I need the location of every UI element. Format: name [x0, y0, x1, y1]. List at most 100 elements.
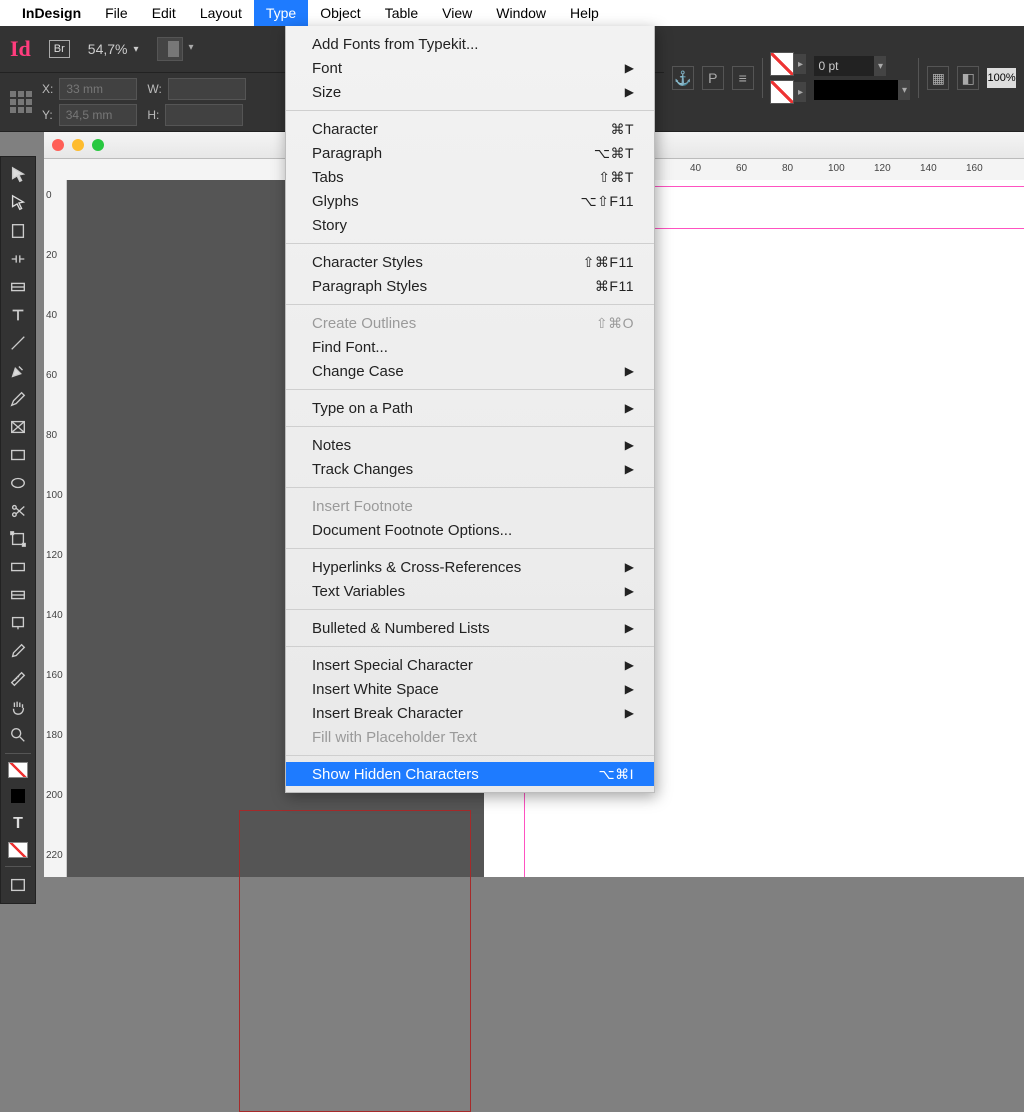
menu-item-show-hidden-characters[interactable]: Show Hidden Characters⌥⌘I: [286, 762, 654, 786]
h-field[interactable]: [165, 104, 243, 126]
hand-tool[interactable]: [4, 694, 32, 720]
ruler-tick: 140: [920, 163, 937, 174]
submenu-arrow-icon: ▶: [625, 462, 634, 476]
stroke-swatch-icon[interactable]: [770, 80, 794, 104]
y-field[interactable]: 34,5 mm: [59, 104, 137, 126]
page-tool[interactable]: [4, 218, 32, 244]
selection-tool[interactable]: [4, 162, 32, 188]
submenu-arrow-icon: ▶: [625, 706, 634, 720]
menu-item-label: Glyphs: [312, 193, 359, 210]
menu-item-find-font[interactable]: Find Font...: [286, 335, 654, 359]
vertical-ruler[interactable]: 020406080100120140160180200220: [44, 180, 67, 877]
chevron-right-icon[interactable]: ▸: [794, 82, 806, 102]
menu-table[interactable]: Table: [373, 0, 430, 26]
minimize-icon[interactable]: [72, 139, 84, 151]
paragraph-icon[interactable]: P: [702, 66, 724, 90]
menu-item-track-changes[interactable]: Track Changes▶: [286, 457, 654, 481]
menu-item-label: Notes: [312, 437, 351, 454]
menu-item-label: Insert Special Character: [312, 657, 473, 674]
menu-item-character-styles[interactable]: Character Styles⇧⌘F11: [286, 250, 654, 274]
x-field[interactable]: 33 mm: [59, 78, 137, 100]
stroke-style-field[interactable]: [814, 80, 898, 100]
gap-tool[interactable]: [4, 246, 32, 272]
type-menu-dropdown: Add Fonts from Typekit... Font▶Size▶ Chara…: [285, 26, 655, 793]
screen-mode-icon[interactable]: ▾: [157, 37, 183, 61]
effects-icon[interactable]: ▦: [927, 66, 949, 90]
eyedropper-tool[interactable]: [4, 638, 32, 664]
menu-item-label: Character: [312, 121, 378, 138]
menu-help[interactable]: Help: [558, 0, 611, 26]
pencil-tool[interactable]: [4, 386, 32, 412]
menu-item-insert-special-character[interactable]: Insert Special Character▶: [286, 653, 654, 677]
submenu-arrow-icon: ▶: [625, 364, 634, 378]
menu-item-paragraph[interactable]: Paragraph⌥⌘T: [286, 141, 654, 165]
zoom-level[interactable]: 54,7%▾: [88, 41, 139, 57]
menu-object[interactable]: Object: [308, 0, 372, 26]
menu-view[interactable]: View: [430, 0, 484, 26]
bridge-icon[interactable]: Br: [49, 40, 70, 58]
zoom-tool[interactable]: [4, 722, 32, 748]
ellipse-tool[interactable]: [4, 470, 32, 496]
ruler-tick: 160: [46, 670, 63, 681]
page-outline: [239, 810, 471, 1112]
menu-item-tabs[interactable]: Tabs⇧⌘T: [286, 165, 654, 189]
menu-item-text-variables[interactable]: Text Variables▶: [286, 579, 654, 603]
text-wrap-icon[interactable]: ≡: [732, 66, 754, 90]
menu-file[interactable]: File: [93, 0, 140, 26]
menu-separator: [286, 389, 654, 390]
menu-item-add-fonts-from-typekit[interactable]: Add Fonts from Typekit...: [286, 32, 654, 56]
format-text-icon[interactable]: T: [4, 811, 32, 837]
opacity-icon[interactable]: ◧: [957, 66, 979, 90]
close-icon[interactable]: [52, 139, 64, 151]
menu-item-insert-white-space[interactable]: Insert White Space▶: [286, 677, 654, 701]
fill-stroke-swatch[interactable]: [4, 759, 32, 781]
menu-edit[interactable]: Edit: [140, 0, 188, 26]
menu-item-paragraph-styles[interactable]: Paragraph Styles⌘F11: [286, 274, 654, 298]
rectangle-tool[interactable]: [4, 442, 32, 468]
stroke-weight-field[interactable]: 0 pt: [814, 56, 874, 76]
menu-shortcut: ⌥⌘T: [594, 145, 634, 162]
menu-item-hyperlinks-cross-references[interactable]: Hyperlinks & Cross-References▶: [286, 555, 654, 579]
menu-layout[interactable]: Layout: [188, 0, 254, 26]
view-mode-icon[interactable]: [4, 872, 32, 898]
scissors-tool[interactable]: [4, 498, 32, 524]
menu-item-label: Add Fonts from Typekit...: [312, 36, 478, 53]
gradient-feather-tool[interactable]: [4, 582, 32, 608]
ruler-tick: 80: [782, 163, 793, 174]
menu-item-notes[interactable]: Notes▶: [286, 433, 654, 457]
menu-item-bulleted-numbered-lists[interactable]: Bulleted & Numbered Lists▶: [286, 616, 654, 640]
direct-selection-tool[interactable]: [4, 190, 32, 216]
pen-tool[interactable]: [4, 358, 32, 384]
menu-item-size[interactable]: Size▶: [286, 80, 654, 104]
content-collector-tool[interactable]: [4, 274, 32, 300]
menu-item-glyphs[interactable]: Glyphs⌥⇧F11: [286, 189, 654, 213]
maximize-icon[interactable]: [92, 139, 104, 151]
menu-item-story[interactable]: Story: [286, 213, 654, 237]
menu-item-label: Fill with Placeholder Text: [312, 729, 477, 746]
type-tool[interactable]: [4, 302, 32, 328]
line-tool[interactable]: [4, 330, 32, 356]
gradient-swatch-tool[interactable]: [4, 554, 32, 580]
ruler-tick: 200: [46, 790, 63, 801]
menu-item-font[interactable]: Font▶: [286, 56, 654, 80]
menu-window[interactable]: Window: [484, 0, 558, 26]
note-tool[interactable]: [4, 610, 32, 636]
menu-item-document-footnote-options[interactable]: Document Footnote Options...: [286, 518, 654, 542]
reference-point-icon[interactable]: [10, 91, 32, 113]
w-field[interactable]: [168, 78, 246, 100]
menu-item-character[interactable]: Character⌘T: [286, 117, 654, 141]
menu-item-insert-break-character[interactable]: Insert Break Character ▶: [286, 701, 654, 725]
anchor-icon[interactable]: ⚓: [672, 66, 694, 90]
menu-type[interactable]: Type: [254, 0, 308, 26]
menu-item-label: Insert Break Character: [312, 705, 463, 722]
rectangle-frame-tool[interactable]: [4, 414, 32, 440]
menu-item-type-on-a-path[interactable]: Type on a Path▶: [286, 396, 654, 420]
fill-swatch-icon[interactable]: [770, 52, 794, 76]
default-fill-stroke[interactable]: [4, 839, 32, 861]
measure-tool[interactable]: [4, 666, 32, 692]
opacity-value[interactable]: 100%: [987, 68, 1016, 88]
menu-item-change-case[interactable]: Change Case▶: [286, 359, 654, 383]
chevron-right-icon[interactable]: ▸: [794, 54, 806, 74]
apply-color-icon[interactable]: [4, 783, 32, 809]
free-transform-tool[interactable]: [4, 526, 32, 552]
